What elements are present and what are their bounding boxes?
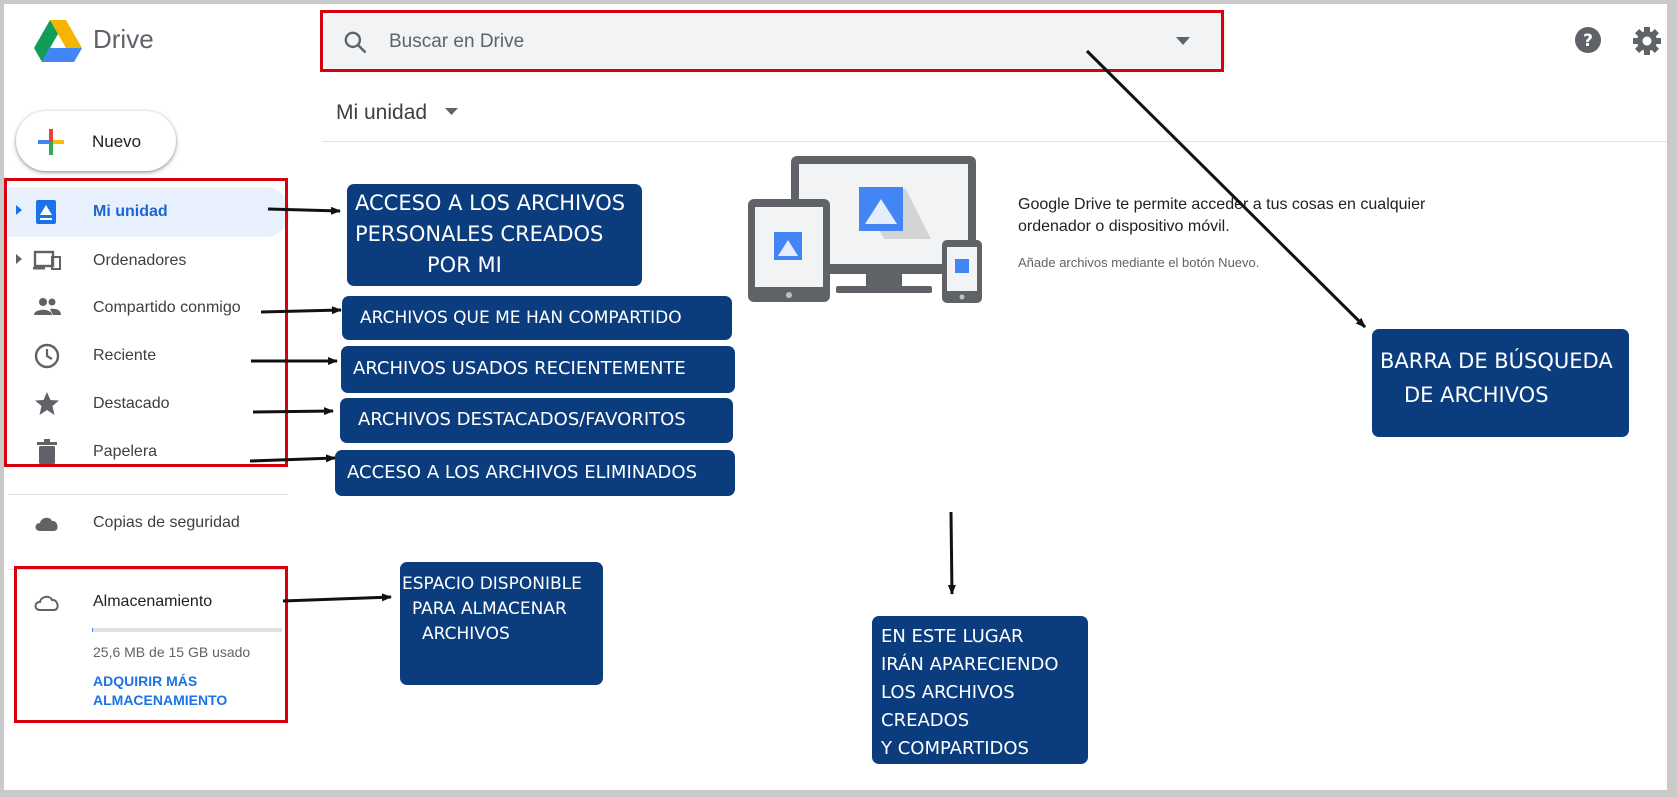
callout-files-line1: EN ESTE LUGAR [881, 626, 1024, 647]
arrow-mydrive [267, 206, 341, 215]
callout-files-line3: LOS ARCHIVOS [881, 682, 1015, 703]
callout-files-area: EN ESTE LUGAR IRÁN APARECIENDO LOS ARCHI… [872, 616, 1088, 764]
arrow-files-area [947, 511, 956, 595]
callout-search: BARRA DE BÚSQUEDA DE ARCHIVOS [1372, 329, 1629, 437]
callout-storage-line2: PARA ALMACENAR [412, 599, 567, 619]
callout-recent: ARCHIVOS USADOS RECIENTEMENTE [341, 346, 735, 393]
callout-files-line4: CREADOS [881, 710, 970, 731]
callout-starred: ARCHIVOS DESTACADOS/FAVORITOS [340, 398, 733, 443]
callout-mydrive-line3: POR MI [427, 253, 502, 277]
callout-search-line1: BARRA DE BÚSQUEDA [1380, 349, 1613, 373]
drive-window: Drive Buscar en Drive ? Nuevo Mi unidad … [4, 4, 1667, 790]
arrow-storage [282, 593, 392, 603]
arrow-shared [260, 306, 342, 315]
callout-mydrive-line1: ACCESO A LOS ARCHIVOS [355, 191, 626, 215]
callout-files-line2: IRÁN APARECIENDO [881, 654, 1059, 675]
callout-trash: ACCESO A LOS ARCHIVOS ELIMINADOS [335, 450, 735, 496]
callout-storage-line3: ARCHIVOS [422, 624, 510, 644]
arrow-search [1085, 49, 1367, 329]
arrow-starred [252, 407, 334, 416]
callout-mydrive: ACCESO A LOS ARCHIVOS PERSONALES CREADOS… [347, 184, 642, 286]
arrow-trash [249, 454, 336, 463]
callout-files-line5: Y COMPARTIDOS [881, 738, 1029, 759]
callout-storage: ESPACIO DISPONIBLE PARA ALMACENAR ARCHIV… [400, 562, 603, 685]
callout-storage-line1: ESPACIO DISPONIBLE [402, 574, 582, 594]
callout-mydrive-line2: PERSONALES CREADOS [355, 222, 604, 246]
callout-shared: ARCHIVOS QUE ME HAN COMPARTIDO [342, 296, 732, 340]
callout-search-line2: DE ARCHIVOS [1404, 383, 1549, 407]
